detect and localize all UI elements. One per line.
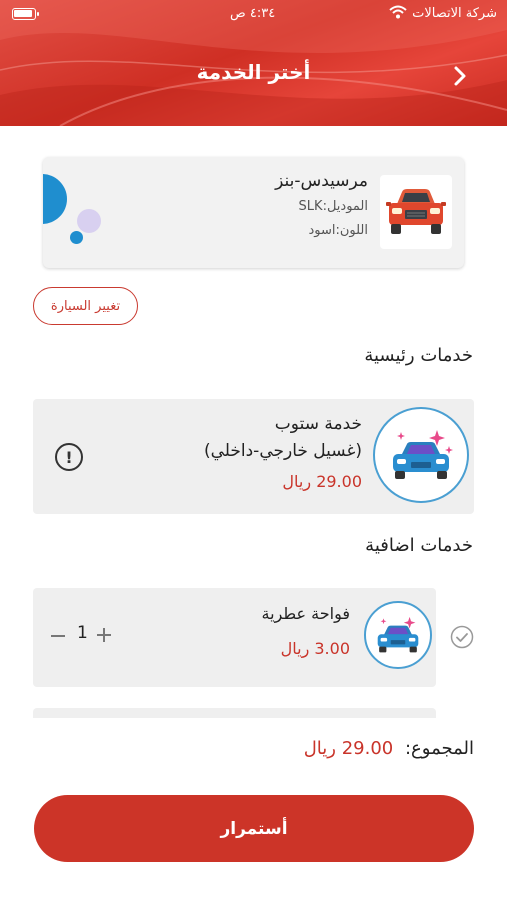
clock: ٤:٣٤ ص xyxy=(230,6,276,21)
total-label: المجموع: xyxy=(404,738,474,759)
header: شركة الاتصالات ٤:٣٤ ص أختر الخدمة xyxy=(0,0,507,126)
back-button[interactable] xyxy=(448,62,472,90)
car-details: مرسيدس-بنز الموديل:SLK اللون:اسود xyxy=(275,171,368,247)
info-icon[interactable]: ! xyxy=(55,443,83,471)
check-circle-icon[interactable] xyxy=(450,625,474,649)
main-service-text: خدمة ستوب (غسيل خارجي-داخلي) 29.00 ريال xyxy=(204,411,362,491)
plus-icon[interactable] xyxy=(97,628,111,642)
main-services-title: خدمات رئيسية xyxy=(364,345,473,366)
decor-circle-blue xyxy=(43,174,67,224)
car-card: مرسيدس-بنز الموديل:SLK اللون:اسود xyxy=(43,157,464,268)
chevron-icon xyxy=(454,66,466,86)
car-wash-image xyxy=(373,407,469,503)
decor-circle-small xyxy=(70,231,83,244)
info-icon-glyph: ! xyxy=(65,447,73,467)
change-car-button[interactable]: تغيير السيارة xyxy=(33,287,138,325)
service-description: (غسيل خارجي-داخلي) xyxy=(203,441,362,461)
battery-icon xyxy=(12,8,39,20)
next-service-card-peek xyxy=(33,708,436,718)
minus-icon[interactable] xyxy=(51,635,65,637)
quantity-stepper[interactable]: 1 xyxy=(49,623,119,649)
main-service-card[interactable]: خدمة ستوب (غسيل خارجي-داخلي) 29.00 ريال … xyxy=(33,399,474,514)
service-name: خدمة ستوب xyxy=(274,414,362,434)
car-brand: مرسيدس-بنز xyxy=(275,171,368,191)
car-color: اللون:اسود xyxy=(308,223,368,238)
total-value: 29.00 ريال xyxy=(303,738,394,759)
extra-services-title: خدمات اضافية xyxy=(365,535,473,556)
car-image xyxy=(380,175,452,249)
decor-circle-lavender xyxy=(77,209,101,233)
service-price: 29.00 ريال xyxy=(282,472,362,491)
car-wash-icon xyxy=(377,616,419,653)
car-front-icon xyxy=(386,189,446,234)
continue-button[interactable]: أستمرار xyxy=(34,795,474,862)
checkmark-icon xyxy=(450,625,474,649)
extra-service-name: فواحة عطرية xyxy=(261,604,350,623)
extra-service-card[interactable]: فواحة عطرية 3.00 ريال 1 xyxy=(33,588,436,687)
status-bar: شركة الاتصالات ٤:٣٤ ص xyxy=(0,0,507,30)
car-model: الموديل:SLK xyxy=(298,199,368,214)
quantity-value: 1 xyxy=(77,623,88,643)
extra-service-price: 3.00 ريال xyxy=(280,639,350,658)
carrier-label: شركة الاتصالات xyxy=(412,6,497,21)
car-wash-icon xyxy=(393,430,453,479)
extra-service-text: فواحة عطرية 3.00 ريال xyxy=(262,604,350,658)
air-freshener-image xyxy=(364,601,432,669)
page-title: أختر الخدمة xyxy=(196,60,311,84)
wifi-icon xyxy=(389,5,407,19)
total-row: المجموع: 29.00 ريال xyxy=(304,738,474,759)
